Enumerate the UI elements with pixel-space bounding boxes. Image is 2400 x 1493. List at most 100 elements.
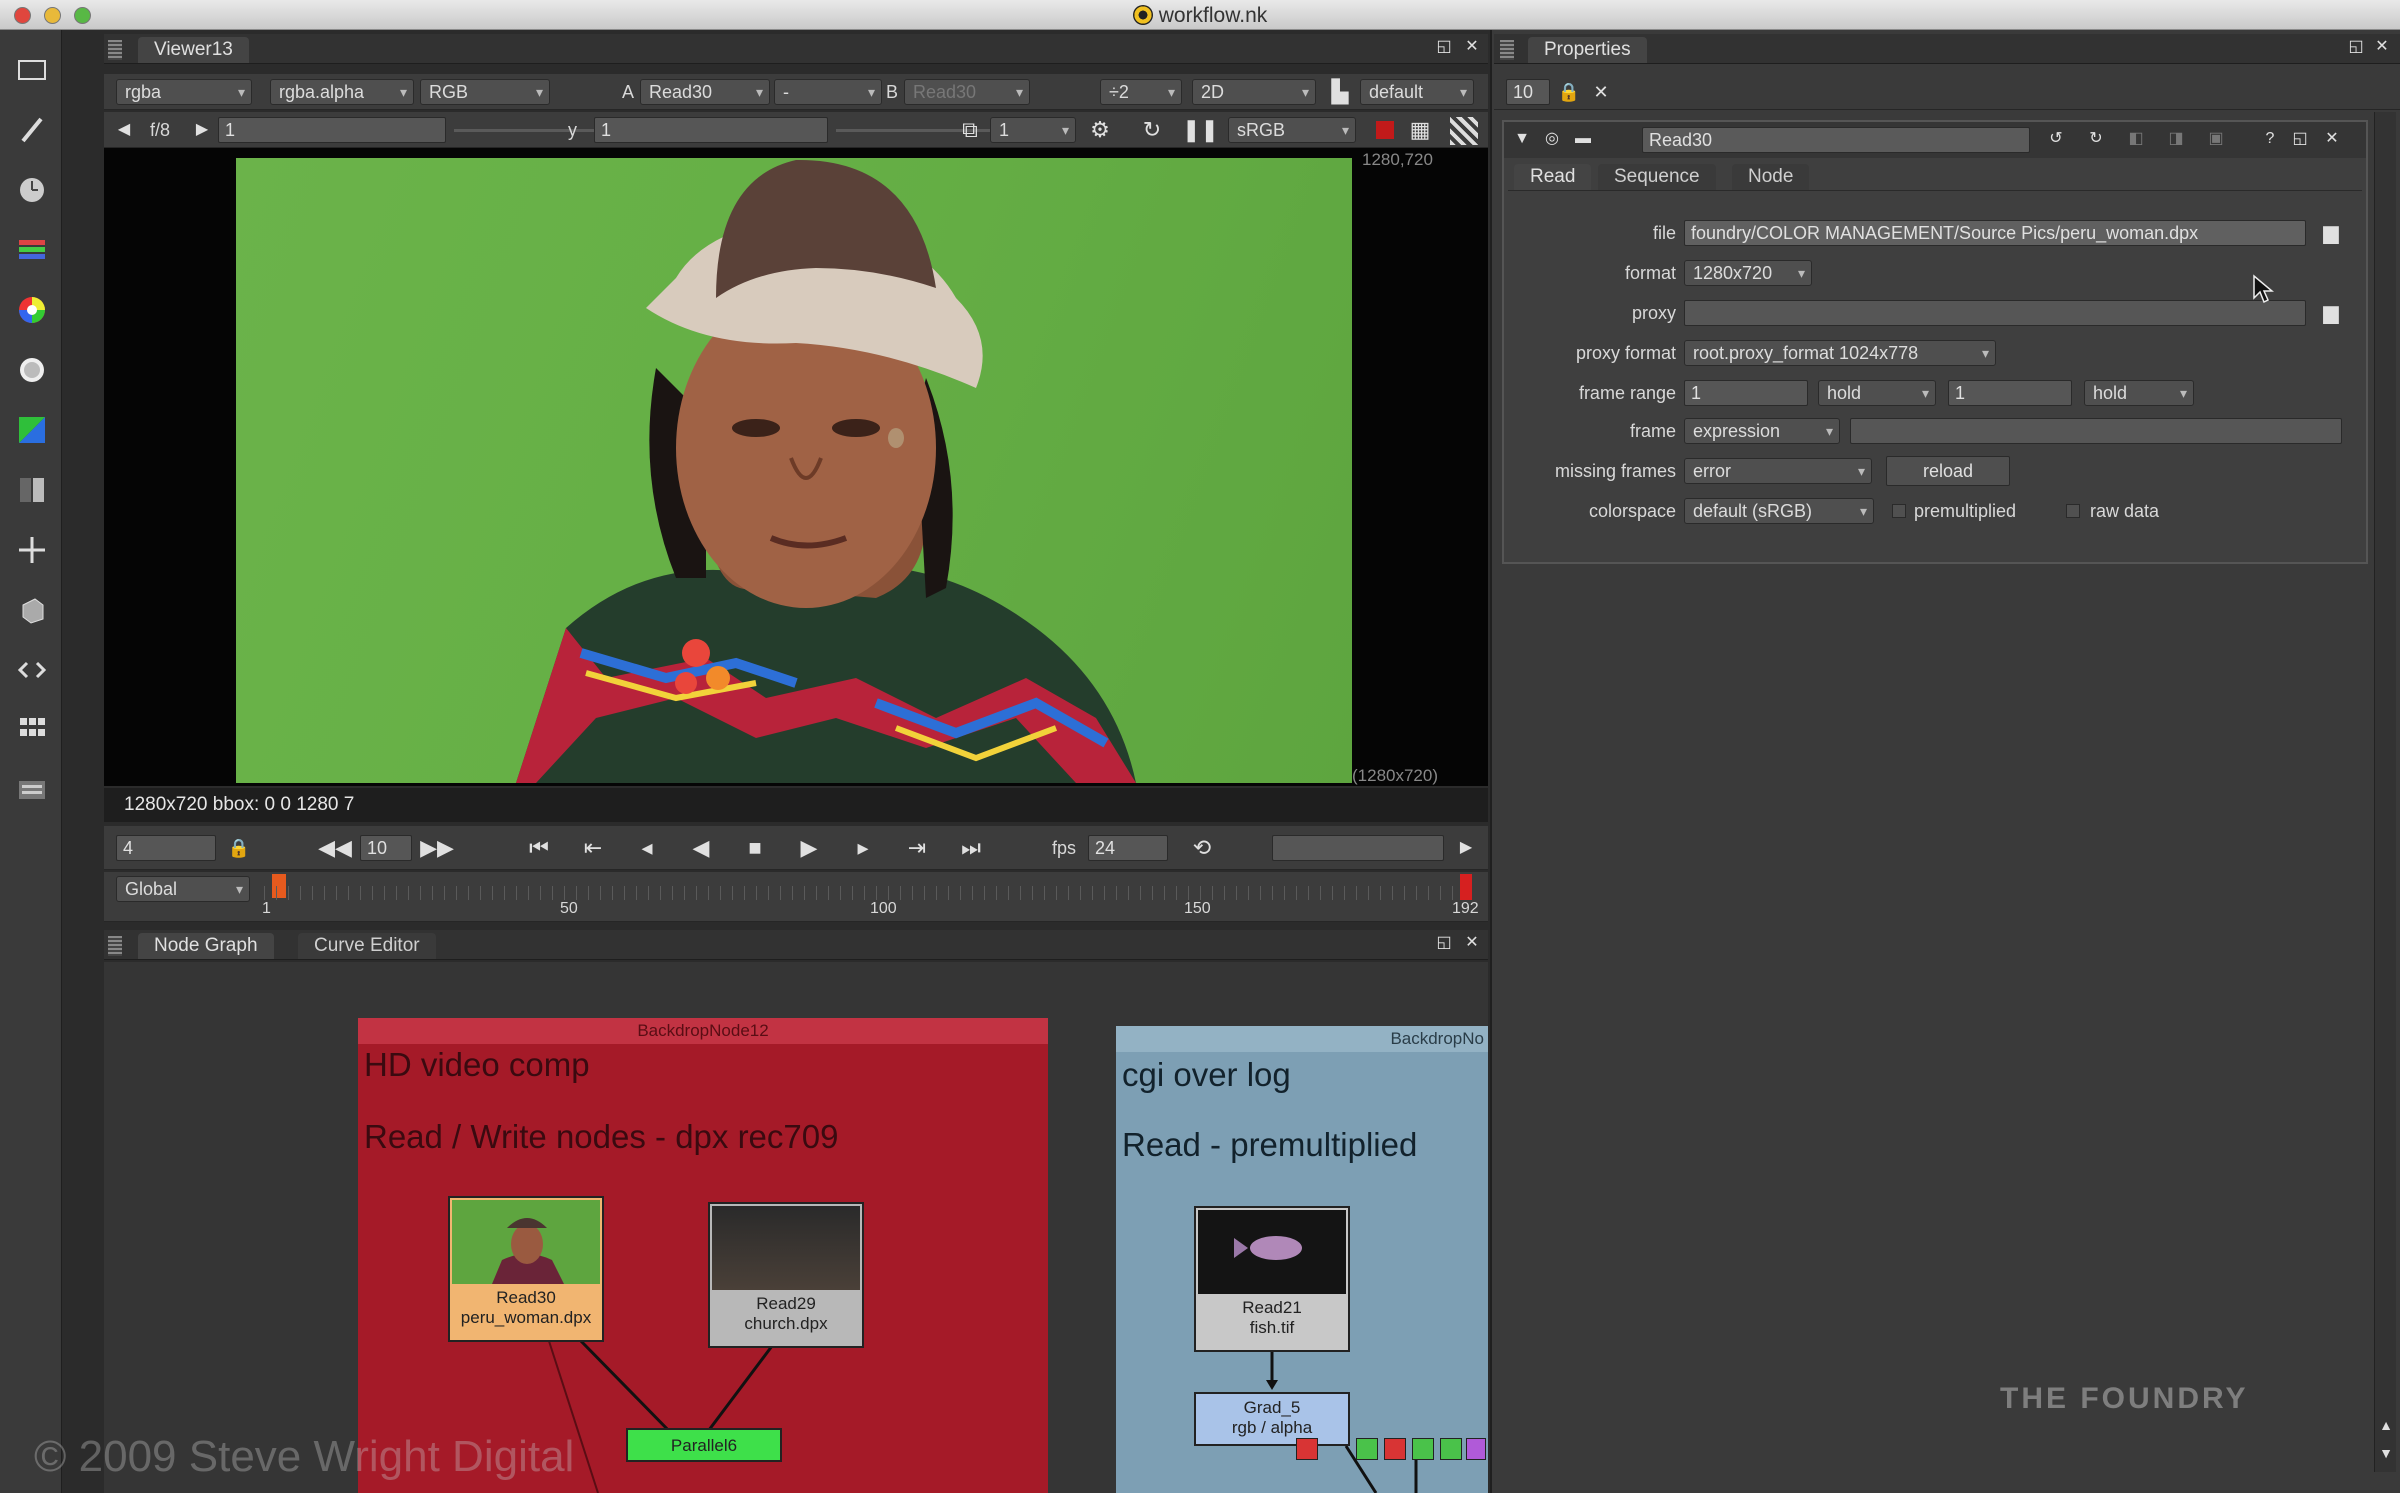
panel-grip-icon[interactable] <box>108 936 122 956</box>
last-frame-icon[interactable]: ⏭ <box>956 835 986 861</box>
scroll-up-icon[interactable]: ▲ <box>2375 1412 2397 1438</box>
collapse-icon[interactable]: ▼ <box>1510 126 1534 152</box>
small-node-icon[interactable] <box>1356 1438 1378 1460</box>
settings-icon[interactable]: ▣ <box>2204 126 2228 152</box>
transform-tool-icon[interactable] <box>14 532 50 568</box>
3d-tool-icon[interactable] <box>14 592 50 628</box>
small-node-icon[interactable] <box>1440 1438 1462 1460</box>
node-name-field[interactable]: Read30 <box>1642 127 2030 153</box>
panel-grip-icon[interactable] <box>1500 40 1514 60</box>
tab-sequence[interactable]: Sequence <box>1598 164 1716 190</box>
node-read29[interactable]: Read29 church.dpx <box>708 1202 864 1348</box>
reload-button[interactable]: reload <box>1886 456 2010 486</box>
frame-mode-dropdown[interactable]: expression <box>1684 418 1840 444</box>
backdrop-cgi-over-log[interactable]: BackdropNo cgi over log Read - premultip… <box>1116 1026 1488 1493</box>
node-parallel[interactable]: Parallel6 <box>626 1428 782 1462</box>
max-panels-field[interactable]: 10 <box>1506 79 1550 105</box>
raw-data-checkbox[interactable] <box>2066 504 2080 518</box>
proxy-icon[interactable]: ⧉ <box>956 117 984 143</box>
rewind-step-icon[interactable]: ◀◀ <box>318 835 352 861</box>
redo-icon[interactable]: ↻ <box>2084 126 2108 152</box>
stop-icon[interactable]: ■ <box>740 835 770 861</box>
tab-read[interactable]: Read <box>1514 164 1592 190</box>
close-panel-icon[interactable]: ✕ <box>1460 34 1484 60</box>
timeline[interactable]: Global 1 50 100 150 192 <box>104 872 1488 922</box>
node-read30[interactable]: Read30 peru_woman.dpx <box>448 1196 604 1342</box>
tab-curve-editor[interactable]: Curve Editor <box>298 933 436 959</box>
proxy-dropdown[interactable]: 1 <box>990 117 1076 143</box>
fstop-right-arrow-icon[interactable]: ▶ <box>192 117 212 143</box>
play-backward-icon[interactable]: ◀ <box>686 835 716 861</box>
channel-tool-icon[interactable] <box>14 232 50 268</box>
timeline-mode-dropdown[interactable]: Global <box>116 876 250 902</box>
proxy-field[interactable] <box>1684 300 2306 326</box>
next-frame-icon[interactable]: ▸ <box>848 835 878 861</box>
tab-viewer[interactable]: Viewer13 <box>138 37 249 63</box>
prev-keyframe-icon[interactable]: ⇤ <box>578 835 608 861</box>
small-node-icon[interactable] <box>1412 1438 1434 1460</box>
range-start-field[interactable]: 1 <box>1684 380 1808 406</box>
properties-scrollbar[interactable]: ▲ ▼ <box>2374 112 2396 1472</box>
node-graph-canvas[interactable]: BackdropNode12 HD video comp Read / Writ… <box>104 962 1488 1493</box>
frame-expression-field[interactable] <box>1850 418 2342 444</box>
refresh-icon[interactable]: ↻ <box>1138 117 1166 143</box>
lock-icon[interactable]: 🔒 <box>1556 79 1582 105</box>
roi-icon[interactable]: ▦ <box>1406 117 1434 143</box>
metadata-tool-icon[interactable] <box>14 712 50 748</box>
help-icon[interactable]: ? <box>2258 126 2282 152</box>
format-dropdown[interactable]: 1280x720 <box>1684 260 1812 286</box>
keyer-tool-icon[interactable] <box>14 412 50 448</box>
backdrop-hd-video[interactable]: BackdropNode12 HD video comp Read / Writ… <box>358 1018 1048 1493</box>
color-wheel-icon[interactable] <box>14 292 50 328</box>
image-tool-icon[interactable] <box>14 52 50 88</box>
missing-frames-dropdown[interactable]: error <box>1684 458 1872 484</box>
clear-panels-icon[interactable]: ✕ <box>1588 79 1614 105</box>
fstop-left-arrow-icon[interactable]: ◀ <box>114 117 134 143</box>
filter-tool-icon[interactable] <box>14 352 50 388</box>
clock-tool-icon[interactable] <box>14 172 50 208</box>
small-node-icon[interactable] <box>1384 1438 1406 1460</box>
b-input-dropdown[interactable]: Read30 <box>904 79 1030 105</box>
frame-field[interactable]: 4 <box>116 835 216 861</box>
before-dropdown[interactable]: hold <box>1818 380 1936 406</box>
small-node-icon[interactable] <box>1296 1438 1318 1460</box>
alpha-dropdown[interactable]: rgba.alpha <box>270 79 414 105</box>
fps-field[interactable]: 24 <box>1088 835 1168 861</box>
display-channel-dropdown[interactable]: RGB <box>420 79 550 105</box>
float-panel-icon[interactable]: ◱ <box>1432 34 1456 60</box>
gain-field[interactable]: 1 <box>218 117 446 143</box>
tab-properties[interactable]: Properties <box>1528 37 1647 63</box>
undo-icon[interactable]: ↺ <box>2044 126 2068 152</box>
compare-dropdown[interactable]: - <box>774 79 882 105</box>
compare-icon[interactable]: ◨ <box>2164 126 2188 152</box>
scroll-down-icon[interactable]: ▼ <box>2375 1440 2397 1466</box>
lock-icon[interactable]: 🔒 <box>226 835 252 861</box>
first-frame-icon[interactable]: ⏮ <box>524 835 554 861</box>
after-dropdown[interactable]: hold <box>2084 380 2194 406</box>
views-tool-icon[interactable] <box>14 652 50 688</box>
clip-warning-icon[interactable] <box>1376 121 1394 139</box>
view-mode-dropdown[interactable]: 2D <box>1192 79 1316 105</box>
gear-icon[interactable]: ⚙ <box>1086 117 1114 143</box>
small-node-icon[interactable] <box>1466 1438 1486 1460</box>
brush-tool-icon[interactable] <box>14 112 50 148</box>
play-forward-icon[interactable]: ▶ <box>794 835 824 861</box>
prev-frame-icon[interactable]: ◂ <box>632 835 662 861</box>
range-end-field[interactable]: 1 <box>1948 380 2072 406</box>
file-path-field[interactable]: foundry/COLOR MANAGEMENT/Source Pics/per… <box>1684 220 2306 246</box>
folder-icon[interactable]: ▆ <box>2316 220 2346 246</box>
downscale-dropdown[interactable]: ÷2 <box>1100 79 1182 105</box>
colorspace-field-dropdown[interactable]: default (sRGB) <box>1684 498 1874 524</box>
next-keyframe-icon[interactable]: ⇥ <box>902 835 932 861</box>
channels-dropdown[interactable]: rgba <box>116 79 252 105</box>
premultiplied-checkbox[interactable] <box>1892 504 1906 518</box>
a-input-dropdown[interactable]: Read30 <box>640 79 770 105</box>
gamma-field[interactable]: 1 <box>594 117 828 143</box>
float-node-icon[interactable]: ◱ <box>2288 126 2312 152</box>
close-panel-icon[interactable]: ✕ <box>2370 34 2394 60</box>
folder-icon[interactable]: ▆ <box>2316 300 2346 326</box>
timeline-track[interactable] <box>264 886 1474 900</box>
playback-range-field[interactable] <box>1272 835 1444 861</box>
lut-icon[interactable]: ▙ <box>1326 79 1354 105</box>
node-grad[interactable]: Grad_5 rgb / alpha <box>1194 1392 1350 1446</box>
